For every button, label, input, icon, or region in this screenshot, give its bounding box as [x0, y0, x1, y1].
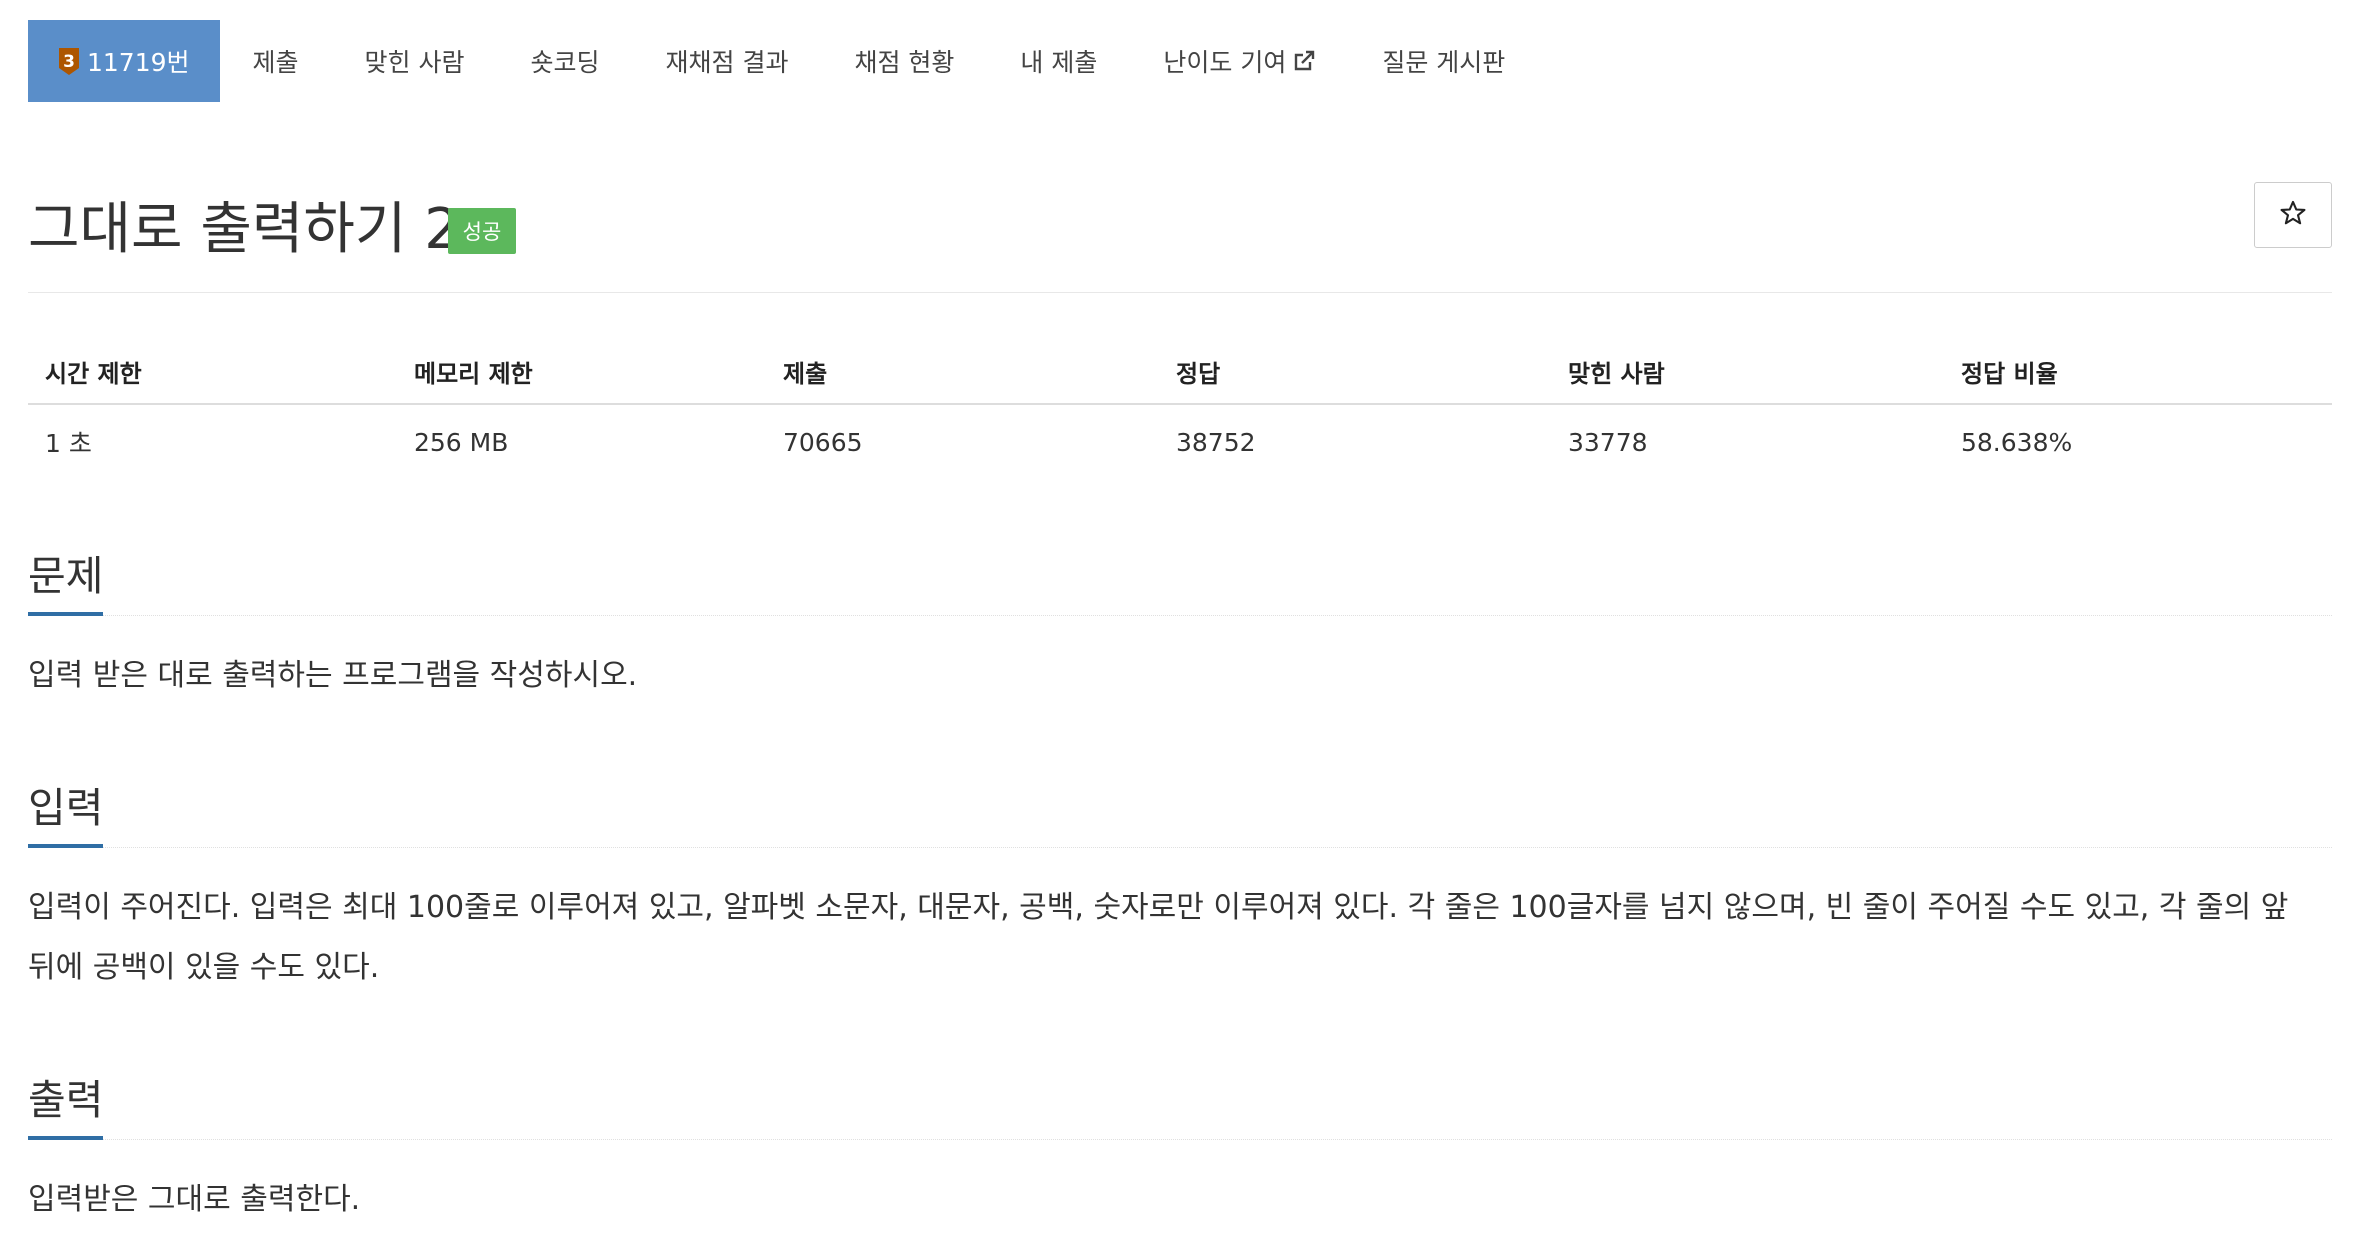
tab-label: 11719번 — [87, 48, 190, 77]
tab-my-submissions[interactable]: 내 제출 — [987, 20, 1130, 102]
tab-submit[interactable]: 제출 — [220, 20, 332, 102]
memory-limit-value: 256 MB — [414, 427, 509, 457]
problem-page: 3 11719번 제출 맞힌 사람 숏코딩 재채점 결과 채점 현황 내 제출 … — [0, 0, 2362, 1260]
solved-users-value: 33778 — [1568, 427, 1648, 457]
section-heading: 출력 — [28, 1064, 2332, 1140]
description-text: 입력 받은 대로 출력하는 프로그램을 작성하시오. — [28, 658, 638, 693]
tab-label: 재채점 결과 — [665, 48, 789, 77]
tab-short-coding[interactable]: 숏코딩 — [498, 20, 633, 102]
tab-label: 채점 현황 — [854, 48, 955, 77]
problem-title-row: 그대로 출력하기 2 성공 — [28, 178, 2332, 270]
input-section: 입력 입력이 주어진다. 입력은 최대 100줄로 이루어져 있고, 알파벳 소… — [28, 772, 2332, 998]
tab-label: 숏코딩 — [530, 48, 600, 77]
header-accuracy: 정답 비율 — [1961, 360, 2058, 388]
time-limit-value: 1 초 — [45, 429, 92, 458]
result-badge: 성공 — [448, 208, 516, 254]
tier-level: 3 — [63, 52, 75, 72]
output-section: 출력 입력받은 그대로 출력한다. — [28, 1064, 2332, 1230]
title-divider — [28, 292, 2332, 293]
accuracy-value: 58.638% — [1961, 427, 2073, 457]
bronze-tier-icon: 3 — [58, 46, 80, 76]
tab-solved-users[interactable]: 맞힌 사람 — [332, 20, 498, 102]
submissions-value: 70665 — [783, 427, 863, 457]
output-heading: 출력 — [28, 1064, 104, 1140]
problem-tabs: 3 11719번 제출 맞힌 사람 숏코딩 재채점 결과 채점 현황 내 제출 … — [28, 20, 1538, 102]
header-solved-users: 맞힌 사람 — [1568, 360, 1665, 388]
section-heading: 문제 — [28, 540, 2332, 616]
header-memory-limit: 메모리 제한 — [414, 360, 533, 388]
tab-label: 질문 게시판 — [1382, 48, 1506, 77]
table-row: 1 초 256 MB 70665 38752 33778 58.638% — [28, 405, 2332, 479]
problem-title: 그대로 출력하기 2 — [28, 197, 460, 262]
input-text: 입력이 주어진다. 입력은 최대 100줄로 이루어져 있고, 알파벳 소문자,… — [28, 890, 2289, 985]
input-heading: 입력 — [28, 772, 104, 848]
tab-problem-number[interactable]: 3 11719번 — [28, 20, 220, 102]
header-submissions: 제출 — [783, 360, 828, 388]
tab-question-board[interactable]: 질문 게시판 — [1349, 20, 1538, 102]
tab-label: 제출 — [252, 48, 299, 77]
tab-label: 맞힌 사람 — [364, 48, 465, 77]
section-heading: 입력 — [28, 772, 2332, 848]
problem-description-section: 문제 입력 받은 대로 출력하는 프로그램을 작성하시오. — [28, 540, 2332, 706]
tab-label: 내 제출 — [1020, 48, 1098, 77]
output-text: 입력받은 그대로 출력한다. — [28, 1182, 361, 1217]
header-accepted: 정답 — [1176, 360, 1221, 388]
tab-difficulty-contribution[interactable]: 난이도 기여 — [1130, 20, 1349, 102]
tab-label: 난이도 기여 — [1163, 48, 1287, 77]
tab-judge-status[interactable]: 채점 현황 — [821, 20, 987, 102]
header-time-limit: 시간 제한 — [45, 360, 142, 388]
info-table-header: 시간 제한 메모리 제한 제출 정답 맞힌 사람 정답 비율 — [28, 340, 2332, 405]
favorite-button[interactable] — [2254, 182, 2332, 248]
problem-info-table: 시간 제한 메모리 제한 제출 정답 맞힌 사람 정답 비율 1 초 256 M… — [28, 340, 2332, 479]
star-icon — [2279, 199, 2307, 231]
description-heading: 문제 — [28, 540, 104, 616]
tab-rejudge-results[interactable]: 재채점 결과 — [633, 20, 822, 102]
accepted-value: 38752 — [1176, 427, 1256, 457]
external-link-icon — [1292, 49, 1316, 73]
